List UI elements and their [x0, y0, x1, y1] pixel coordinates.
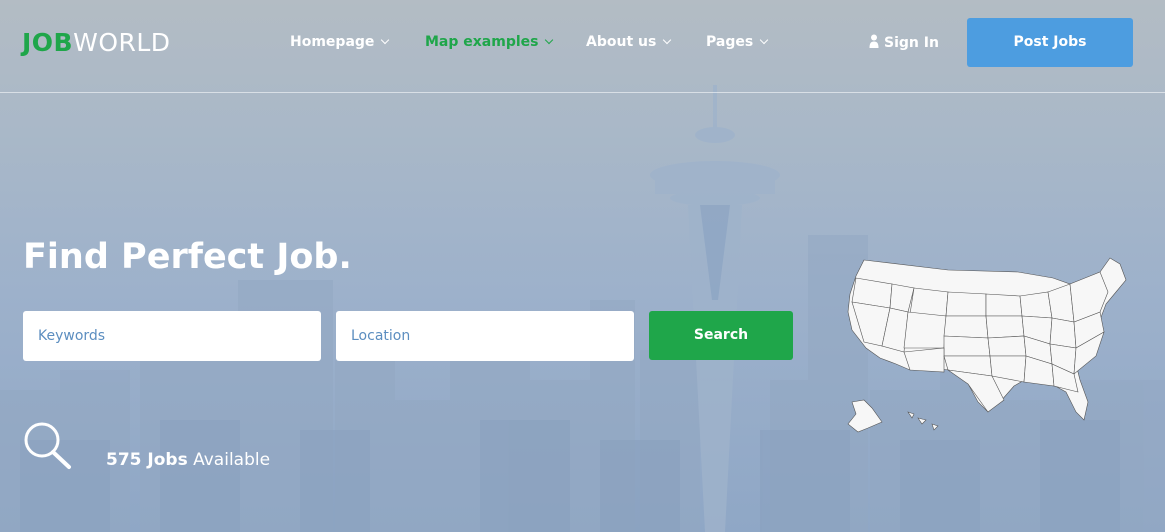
site-header: JOBWORLD Homepage Map examples About us …: [0, 0, 1165, 93]
us-map-icon: [847, 257, 1127, 433]
nav-map-examples[interactable]: Map examples: [425, 33, 554, 51]
nav-pages-label: Pages: [706, 34, 754, 50]
logo-part-2: WORLD: [73, 28, 171, 57]
page-title: Find Perfect Job.: [23, 237, 352, 277]
user-icon: [869, 34, 879, 48]
logo-part-1: JOB: [22, 28, 74, 57]
location-input[interactable]: Location: [336, 311, 634, 361]
search-button[interactable]: Search: [649, 311, 793, 360]
nav-about-us-label: About us: [586, 34, 657, 50]
chevron-down-icon: [381, 35, 390, 45]
nav-about-us[interactable]: About us: [586, 33, 672, 51]
search-icon: [24, 422, 71, 469]
nav-map-examples-label: Map examples: [425, 34, 539, 50]
nav-pages[interactable]: Pages: [706, 33, 769, 51]
nav-homepage[interactable]: Homepage: [290, 33, 390, 51]
jobs-count: 575 Jobs: [106, 450, 188, 470]
logo[interactable]: JOBWORLD: [22, 29, 171, 57]
post-jobs-button[interactable]: Post Jobs: [967, 18, 1133, 67]
keywords-input[interactable]: Keywords: [23, 311, 321, 361]
sign-in-link[interactable]: Sign In: [869, 33, 939, 51]
nav-homepage-label: Homepage: [290, 34, 375, 50]
jobs-available-text: 575 Jobs Available: [106, 449, 270, 471]
chevron-down-icon: [663, 35, 672, 45]
jobs-available-label: Available: [193, 450, 271, 470]
location-placeholder: Location: [351, 328, 411, 344]
chevron-down-icon: [759, 35, 769, 45]
chevron-down-icon: [545, 35, 554, 45]
keywords-placeholder: Keywords: [38, 328, 106, 344]
sign-in-label: Sign In: [884, 35, 939, 51]
hero-section: JOBWORLD Homepage Map examples About us …: [0, 0, 1165, 532]
